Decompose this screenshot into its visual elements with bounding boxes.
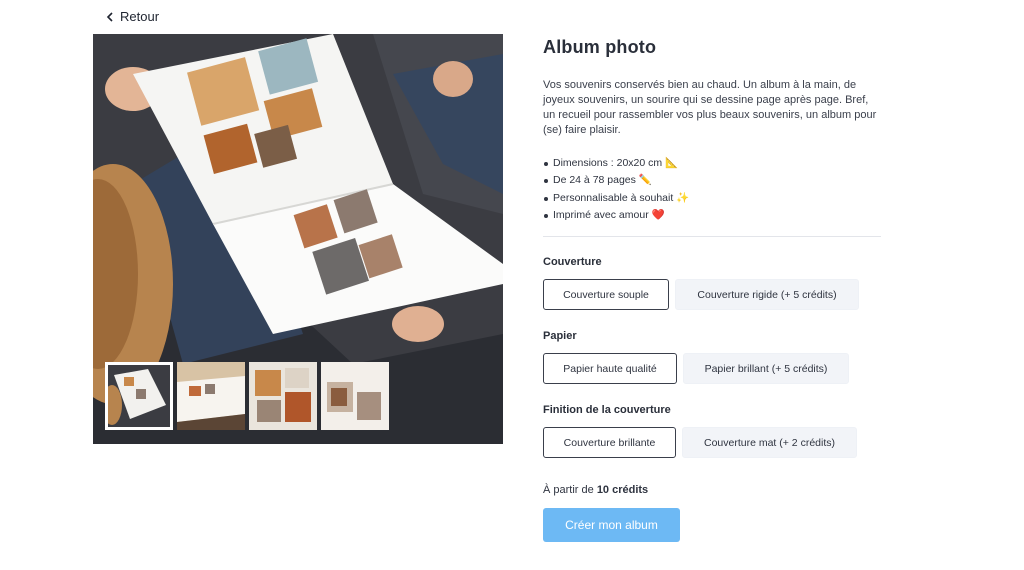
price-text: À partir de 10 crédits — [543, 484, 648, 496]
option-couverture-souple[interactable]: Couverture souple — [543, 279, 669, 310]
option-group-couverture: Couverture souple Couverture rigide (+ 5… — [543, 279, 859, 310]
option-couverture-mat[interactable]: Couverture mat (+ 2 crédits) — [682, 427, 857, 458]
create-album-button[interactable]: Créer mon album — [543, 508, 680, 542]
option-papier-haute-qualite[interactable]: Papier haute qualité — [543, 353, 677, 384]
thumbnail-1[interactable] — [105, 362, 173, 430]
page-title: Album photo — [543, 37, 657, 57]
thumbnail-3[interactable] — [249, 362, 317, 430]
thumbnail-4[interactable] — [321, 362, 389, 430]
feature-item: De 24 à 78 pages ✏️ — [543, 172, 689, 189]
thumbnail-image — [177, 362, 245, 430]
option-group-papier: Papier haute qualité Papier brillant (+ … — [543, 353, 849, 384]
option-label-papier: Papier — [543, 330, 577, 342]
thumbnail-image — [321, 362, 389, 430]
option-couverture-brillante[interactable]: Couverture brillante — [543, 427, 676, 458]
feature-item: Imprimé avec amour ❤️ — [543, 207, 689, 224]
divider — [543, 236, 881, 237]
feature-item: Dimensions : 20x20 cm 📐 — [543, 155, 689, 172]
chevron-left-icon — [106, 11, 113, 22]
back-label: Retour — [120, 9, 160, 24]
option-label-finition: Finition de la couverture — [543, 404, 671, 416]
thumbnail-image — [249, 362, 317, 430]
product-description: Vos souvenirs conservés bien au chaud. U… — [543, 79, 877, 136]
option-label-couverture: Couverture — [543, 256, 602, 268]
price-amount: 10 crédits — [596, 484, 649, 496]
thumbnail-2[interactable] — [177, 362, 245, 430]
feature-list: Dimensions : 20x20 cm 📐 De 24 à 78 pages… — [543, 155, 689, 224]
product-main-image — [93, 34, 503, 444]
back-link[interactable]: Retour — [106, 9, 159, 24]
thumbnail-strip — [105, 362, 389, 430]
option-papier-brillant[interactable]: Papier brillant (+ 5 crédits) — [683, 353, 849, 384]
feature-item: Personnalisable à souhait ✨ — [543, 190, 689, 207]
price-prefix: À partir de — [543, 484, 594, 496]
option-group-finition: Couverture brillante Couverture mat (+ 2… — [543, 427, 857, 458]
thumbnail-image — [108, 365, 170, 427]
option-couverture-rigide[interactable]: Couverture rigide (+ 5 crédits) — [675, 279, 859, 310]
